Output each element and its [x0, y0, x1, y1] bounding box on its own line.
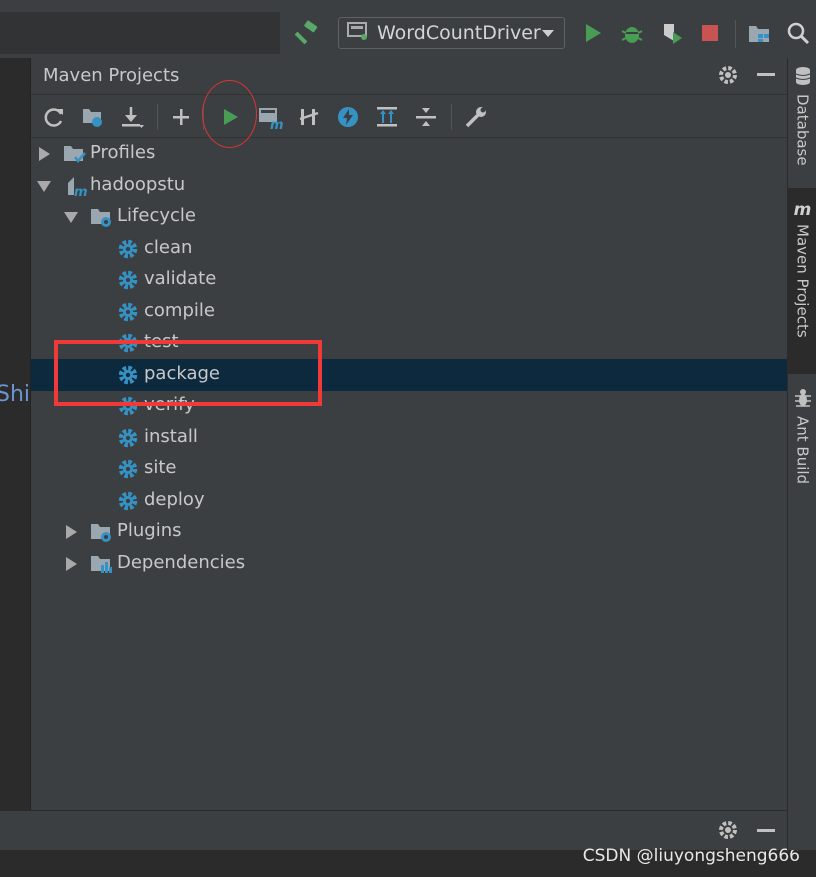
goal-label: site — [144, 457, 177, 478]
tab-ant-build[interactable]: Ant Build — [788, 388, 816, 498]
ant-icon — [794, 388, 812, 412]
lifecycle-goal-site[interactable]: site — [31, 453, 787, 485]
gear-icon — [117, 238, 141, 260]
goal-label: compile — [144, 300, 215, 321]
collapse-arrow-icon[interactable] — [64, 212, 78, 223]
download-icon[interactable] — [117, 102, 147, 132]
goal-label: install — [144, 426, 198, 447]
show-dependencies-icon[interactable] — [372, 102, 402, 132]
toolbar-divider — [157, 104, 158, 130]
collapse-arrow-icon[interactable] — [37, 181, 51, 192]
lifecycle-goal-deploy[interactable]: deploy — [31, 485, 787, 517]
gear-icon — [117, 427, 141, 449]
profiles-folder-icon — [63, 143, 87, 165]
generate-sources-icon[interactable] — [78, 102, 108, 132]
lifecycle-goal-compile[interactable]: compile — [31, 296, 787, 328]
svg-text:m: m — [74, 185, 88, 197]
run-config-icon — [347, 21, 369, 45]
expand-arrow-icon[interactable] — [39, 147, 50, 161]
execute-goal-icon[interactable]: m — [255, 102, 285, 132]
tree-node-label: Dependencies — [117, 552, 246, 573]
tree-node-label: Lifecycle — [117, 205, 196, 226]
tab-label: Database — [793, 94, 812, 166]
annotation-highlight-box — [54, 340, 322, 406]
tab-maven-projects[interactable]: m Maven Projects — [788, 188, 816, 374]
goal-label: clean — [144, 237, 193, 258]
database-icon — [795, 66, 811, 90]
maven-module-icon: m — [65, 175, 89, 200]
goal-label: deploy — [144, 489, 205, 510]
editor-area[interactable]: Shi — [0, 58, 31, 810]
run-config-label: WordCountDriver — [377, 22, 541, 44]
expand-arrow-icon[interactable] — [66, 525, 77, 539]
tree-node-plugins[interactable]: Plugins — [31, 516, 787, 548]
coverage-icon[interactable] — [658, 19, 686, 47]
run-icon[interactable] — [579, 19, 607, 47]
stop-icon[interactable] — [696, 19, 724, 47]
collapse-all-icon[interactable] — [411, 102, 441, 132]
gear-icon — [117, 301, 141, 323]
editor-text-fragment: Shi — [0, 382, 31, 407]
dependencies-folder-icon — [90, 553, 114, 575]
panel-header: Maven Projects — [31, 58, 787, 95]
maven-settings-icon[interactable] — [461, 102, 491, 132]
gear-icon — [117, 269, 141, 291]
tree-node-dependencies[interactable]: Dependencies — [31, 548, 787, 580]
minimize-icon[interactable] — [757, 829, 775, 832]
tree-node-label: hadoopstu — [90, 174, 186, 195]
tab-label: Maven Projects — [793, 224, 812, 338]
expand-arrow-icon[interactable] — [66, 557, 77, 571]
tab-database[interactable]: Database — [788, 66, 816, 184]
maven-m-icon: m — [793, 200, 812, 220]
lifecycle-folder-icon — [90, 206, 114, 228]
gear-icon — [117, 458, 141, 480]
lifecycle-goal-install[interactable]: install — [31, 422, 787, 454]
maven-projects-panel: Maven Projects m Profiles m hadoopstu Li… — [31, 58, 787, 810]
toolbar-divider — [735, 20, 736, 48]
watermark-text: CSDN @liuyongsheng666 — [582, 846, 800, 866]
plugins-folder-icon — [90, 521, 114, 543]
add-icon[interactable] — [166, 102, 196, 132]
lifecycle-goal-validate[interactable]: validate — [31, 264, 787, 296]
tree-node-lifecycle[interactable]: Lifecycle — [31, 201, 787, 233]
tree-node-label: Plugins — [117, 520, 182, 541]
toolbar-left-area — [0, 12, 280, 54]
right-tool-window-strip: Database m Maven Projects Ant Build — [787, 58, 816, 850]
panel-title: Maven Projects — [43, 65, 180, 86]
lifecycle-goal-clean[interactable]: clean — [31, 233, 787, 265]
build-hammer-icon[interactable] — [294, 19, 322, 47]
project-structure-icon[interactable] — [745, 19, 773, 47]
chevron-down-icon — [542, 30, 554, 37]
svg-text:m: m — [270, 118, 283, 130]
debug-icon[interactable] — [618, 19, 646, 47]
gear-icon — [117, 490, 141, 512]
maven-toolbar: m — [31, 96, 787, 138]
gear-icon[interactable] — [717, 819, 739, 845]
reimport-icon[interactable] — [39, 102, 69, 132]
gear-icon[interactable] — [717, 64, 739, 90]
main-toolbar: WordCountDriver — [0, 0, 816, 58]
toolbar-divider — [451, 104, 452, 130]
tree-node-profiles[interactable]: Profiles — [31, 138, 787, 170]
annotation-circle — [202, 80, 257, 148]
search-icon[interactable] — [784, 19, 812, 47]
tree-node-project[interactable]: m hadoopstu — [31, 170, 787, 202]
skip-tests-icon[interactable] — [333, 102, 363, 132]
goal-label: validate — [144, 268, 217, 289]
run-configuration-dropdown[interactable]: WordCountDriver — [338, 17, 565, 49]
tree-node-label: Profiles — [90, 142, 156, 163]
toggle-offline-icon[interactable] — [294, 102, 324, 132]
minimize-icon[interactable] — [757, 73, 775, 76]
bottom-panel-header — [0, 810, 787, 850]
tab-label: Ant Build — [793, 416, 812, 485]
